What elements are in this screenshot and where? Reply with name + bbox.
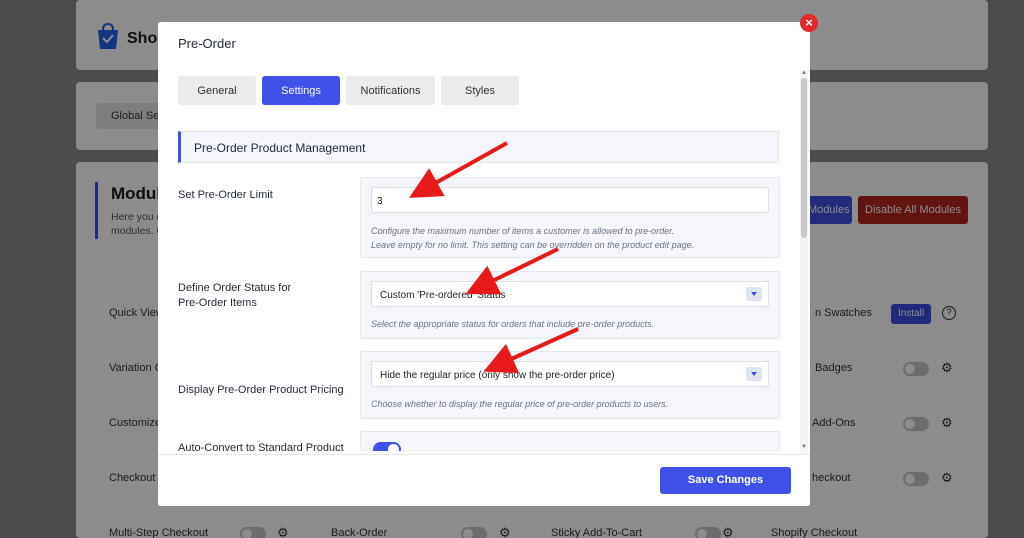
chevron-down-icon[interactable] xyxy=(746,287,762,301)
module-label: Add-Ons xyxy=(812,417,856,429)
module-card: Quick View xyxy=(96,294,164,334)
pricing-value: Hide the regular price (only show the pr… xyxy=(380,370,615,381)
module-label: Variation G xyxy=(109,362,164,374)
pre-order-limit-input[interactable]: 3 xyxy=(371,187,769,213)
module-card: Variation G xyxy=(96,349,163,389)
module-label: Checkout F xyxy=(109,472,166,484)
gear-icon[interactable]: ⚙ xyxy=(941,415,953,431)
pre-order-limit-label: Set Pre-Order Limit xyxy=(178,189,273,201)
disable-all-modules-button[interactable]: Disable All Modules xyxy=(858,196,968,224)
module-label: Customize xyxy=(109,417,161,429)
modal-tabs: General Settings Notifications Styles xyxy=(178,76,519,105)
modal-footer: Save Changes xyxy=(158,454,810,506)
save-changes-button[interactable]: Save Changes xyxy=(660,467,791,494)
module-card: Multi-Step Checkout ⚙ xyxy=(96,514,302,538)
module-card: heckout ⚙ xyxy=(810,459,968,499)
close-icon[interactable]: × xyxy=(800,14,818,32)
auto-convert-toggle[interactable] xyxy=(373,442,401,451)
pre-order-modal: Pre-Order General Settings Notifications… xyxy=(158,22,810,506)
module-card: Sticky Add-To-Cart ⚙ xyxy=(538,514,744,538)
modal-scrollbar[interactable]: ▲ ▼ xyxy=(800,70,808,454)
module-card: Shopify Checkout xyxy=(758,514,968,538)
help-icon[interactable]: ? xyxy=(942,306,956,320)
install-button[interactable]: Install xyxy=(891,304,931,324)
tab-general[interactable]: General xyxy=(178,76,256,105)
pricing-select[interactable]: Hide the regular price (only show the pr… xyxy=(371,361,769,387)
gear-icon[interactable]: ⚙ xyxy=(941,360,953,376)
gear-icon[interactable]: ⚙ xyxy=(499,525,511,538)
module-card: Checkout F xyxy=(96,459,165,499)
modal-title: Pre-Order xyxy=(178,36,236,51)
scroll-thumb[interactable] xyxy=(801,78,807,238)
gear-icon[interactable]: ⚙ xyxy=(722,525,734,538)
module-toggle[interactable] xyxy=(461,527,487,538)
scroll-up-icon[interactable]: ▲ xyxy=(801,70,807,76)
order-status-label: Define Order Status for Pre-Order Items xyxy=(178,282,292,309)
pre-order-limit-help: Leave empty for no limit. This setting c… xyxy=(371,240,695,250)
scroll-down-icon[interactable]: ▼ xyxy=(801,444,807,450)
pre-order-limit-box: 3 Configure the maximum number of items … xyxy=(360,177,780,258)
tab-notifications[interactable]: Notifications xyxy=(346,76,435,105)
pricing-help: Choose whether to display the regular pr… xyxy=(371,399,669,409)
module-toggle[interactable] xyxy=(903,472,929,486)
store-bag-icon xyxy=(98,22,118,49)
module-toggle[interactable] xyxy=(903,362,929,376)
gear-icon[interactable]: ⚙ xyxy=(277,525,289,538)
order-status-help: Select the appropriate status for orders… xyxy=(371,319,655,329)
module-card: Add-Ons ⚙ xyxy=(810,404,968,444)
gear-icon[interactable]: ⚙ xyxy=(941,470,953,486)
module-label: heckout xyxy=(812,472,851,484)
module-label: Shopify Checkout xyxy=(771,527,858,538)
module-toggle[interactable] xyxy=(903,417,929,431)
pre-order-limit-help: Configure the maximum number of items a … xyxy=(371,226,675,236)
chevron-down-icon[interactable] xyxy=(746,367,762,381)
module-toggle[interactable] xyxy=(240,527,266,538)
module-toggle[interactable] xyxy=(695,527,721,538)
module-label: Badges xyxy=(815,362,853,374)
module-label: Sticky Add-To-Cart xyxy=(551,527,643,538)
section-title: Pre-Order Product Management xyxy=(178,131,779,163)
module-label: Back-Order xyxy=(331,527,388,538)
pricing-box: Hide the regular price (only show the pr… xyxy=(360,351,780,419)
module-label: Quick View xyxy=(109,307,164,319)
auto-convert-box xyxy=(360,431,780,451)
auto-convert-label: Auto-Convert to Standard Product xyxy=(178,442,344,451)
pricing-label: Display Pre-Order Product Pricing xyxy=(178,384,344,396)
tab-styles[interactable]: Styles xyxy=(441,76,519,105)
module-label: n Swatches xyxy=(815,307,872,319)
module-label: Multi-Step Checkout xyxy=(109,527,209,538)
module-card: Badges ⚙ xyxy=(810,349,968,389)
modules-accent-bar xyxy=(95,182,98,239)
module-card: Customize xyxy=(96,404,161,444)
module-card: Back-Order ⚙ xyxy=(318,514,524,538)
tab-settings[interactable]: Settings xyxy=(262,76,340,105)
order-status-box: Custom 'Pre-ordered' Status Select the a… xyxy=(360,271,780,339)
order-status-select[interactable]: Custom 'Pre-ordered' Status xyxy=(371,281,769,307)
order-status-value: Custom 'Pre-ordered' Status xyxy=(380,290,506,301)
settings-content: Pre-Order Product Management Set Pre-Ord… xyxy=(158,121,798,451)
